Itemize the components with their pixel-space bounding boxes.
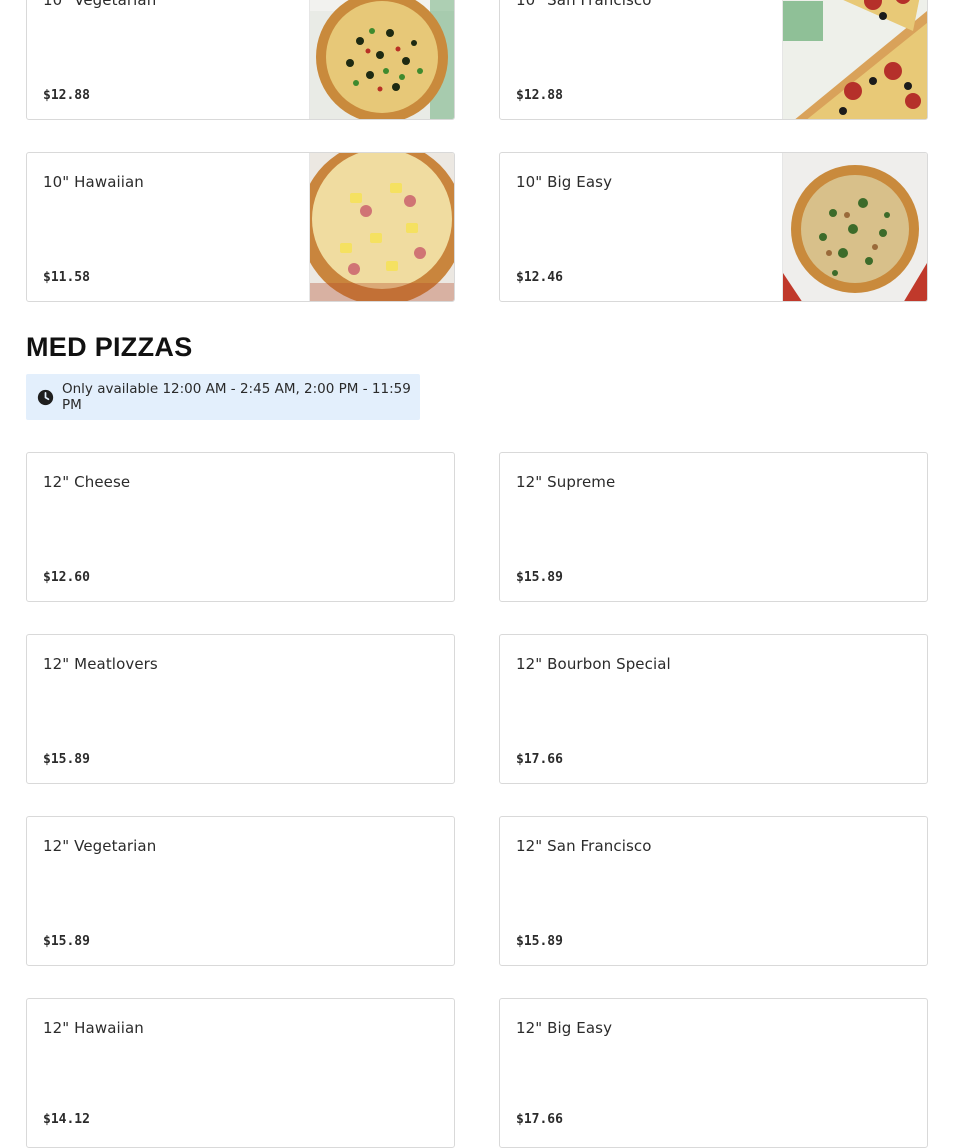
menu-item-card[interactable]: 12" Bourbon Special $17.66 bbox=[499, 634, 928, 784]
menu-item-name: 12" Bourbon Special bbox=[516, 655, 671, 673]
menu-item-card[interactable]: 12" Supreme $15.89 bbox=[499, 452, 928, 602]
menu-item-price: $17.66 bbox=[516, 752, 563, 767]
menu-item-card[interactable]: 12" Hawaiian $14.12 bbox=[26, 998, 455, 1148]
menu-item-card[interactable]: 10" Vegetarian $12.88 bbox=[26, 0, 455, 120]
pizza-image bbox=[782, 153, 927, 301]
menu-item-price: $11.58 bbox=[43, 270, 90, 285]
section-title: MED PIZZAS bbox=[26, 332, 193, 362]
menu-item-price: $15.89 bbox=[516, 570, 563, 585]
menu-item-name: 12" Hawaiian bbox=[43, 1019, 144, 1037]
menu-item-name: 10" Vegetarian bbox=[43, 0, 157, 9]
menu-item-name: 12" San Francisco bbox=[516, 837, 652, 855]
pizza-image bbox=[300, 153, 454, 301]
pizza-image bbox=[782, 0, 927, 119]
menu-item-price: $15.89 bbox=[43, 934, 90, 949]
menu-item-name: 10" Big Easy bbox=[516, 173, 613, 191]
menu-item-price: $15.89 bbox=[43, 752, 90, 767]
menu-item-name: 12" Supreme bbox=[516, 473, 616, 491]
menu-item-card[interactable]: 12" Cheese $12.60 bbox=[26, 452, 455, 602]
menu-item-name: 10" Hawaiian bbox=[43, 173, 144, 191]
menu-item-price: $12.60 bbox=[43, 570, 90, 585]
menu-item-name: 12" Vegetarian bbox=[43, 837, 157, 855]
menu-item-price: $12.88 bbox=[516, 88, 563, 103]
menu-item-price: $15.89 bbox=[516, 934, 563, 949]
pizza-image bbox=[309, 0, 454, 119]
availability-banner: Only available 12:00 AM - 2:45 AM, 2:00 … bbox=[26, 374, 420, 420]
menu-item-name: 12" Meatlovers bbox=[43, 655, 158, 673]
menu-item-price: $14.12 bbox=[43, 1112, 90, 1127]
availability-text: Only available 12:00 AM - 2:45 AM, 2:00 … bbox=[62, 381, 411, 413]
menu-item-card[interactable]: 10" Hawaiian $11.58 bbox=[26, 152, 455, 302]
menu-item-card[interactable]: 12" San Francisco $15.89 bbox=[499, 816, 928, 966]
menu-item-price: $12.88 bbox=[43, 88, 90, 103]
menu-item-name: 12" Cheese bbox=[43, 473, 131, 491]
menu-item-price: $12.46 bbox=[516, 270, 563, 285]
menu-item-card[interactable]: 10" San Francisco $12.88 bbox=[499, 0, 928, 120]
menu-item-card[interactable]: 12" Meatlovers $15.89 bbox=[26, 634, 455, 784]
menu-item-name: 10" San Francisco bbox=[516, 0, 652, 9]
menu-item-card[interactable]: 12" Vegetarian $15.89 bbox=[26, 816, 455, 966]
clock-icon bbox=[37, 389, 54, 405]
menu-item-card[interactable]: 12" Big Easy $17.66 bbox=[499, 998, 928, 1148]
menu-item-name: 12" Big Easy bbox=[516, 1019, 613, 1037]
menu-item-card[interactable]: 10" Big Easy $12.46 bbox=[499, 152, 928, 302]
menu-item-price: $17.66 bbox=[516, 1112, 563, 1127]
